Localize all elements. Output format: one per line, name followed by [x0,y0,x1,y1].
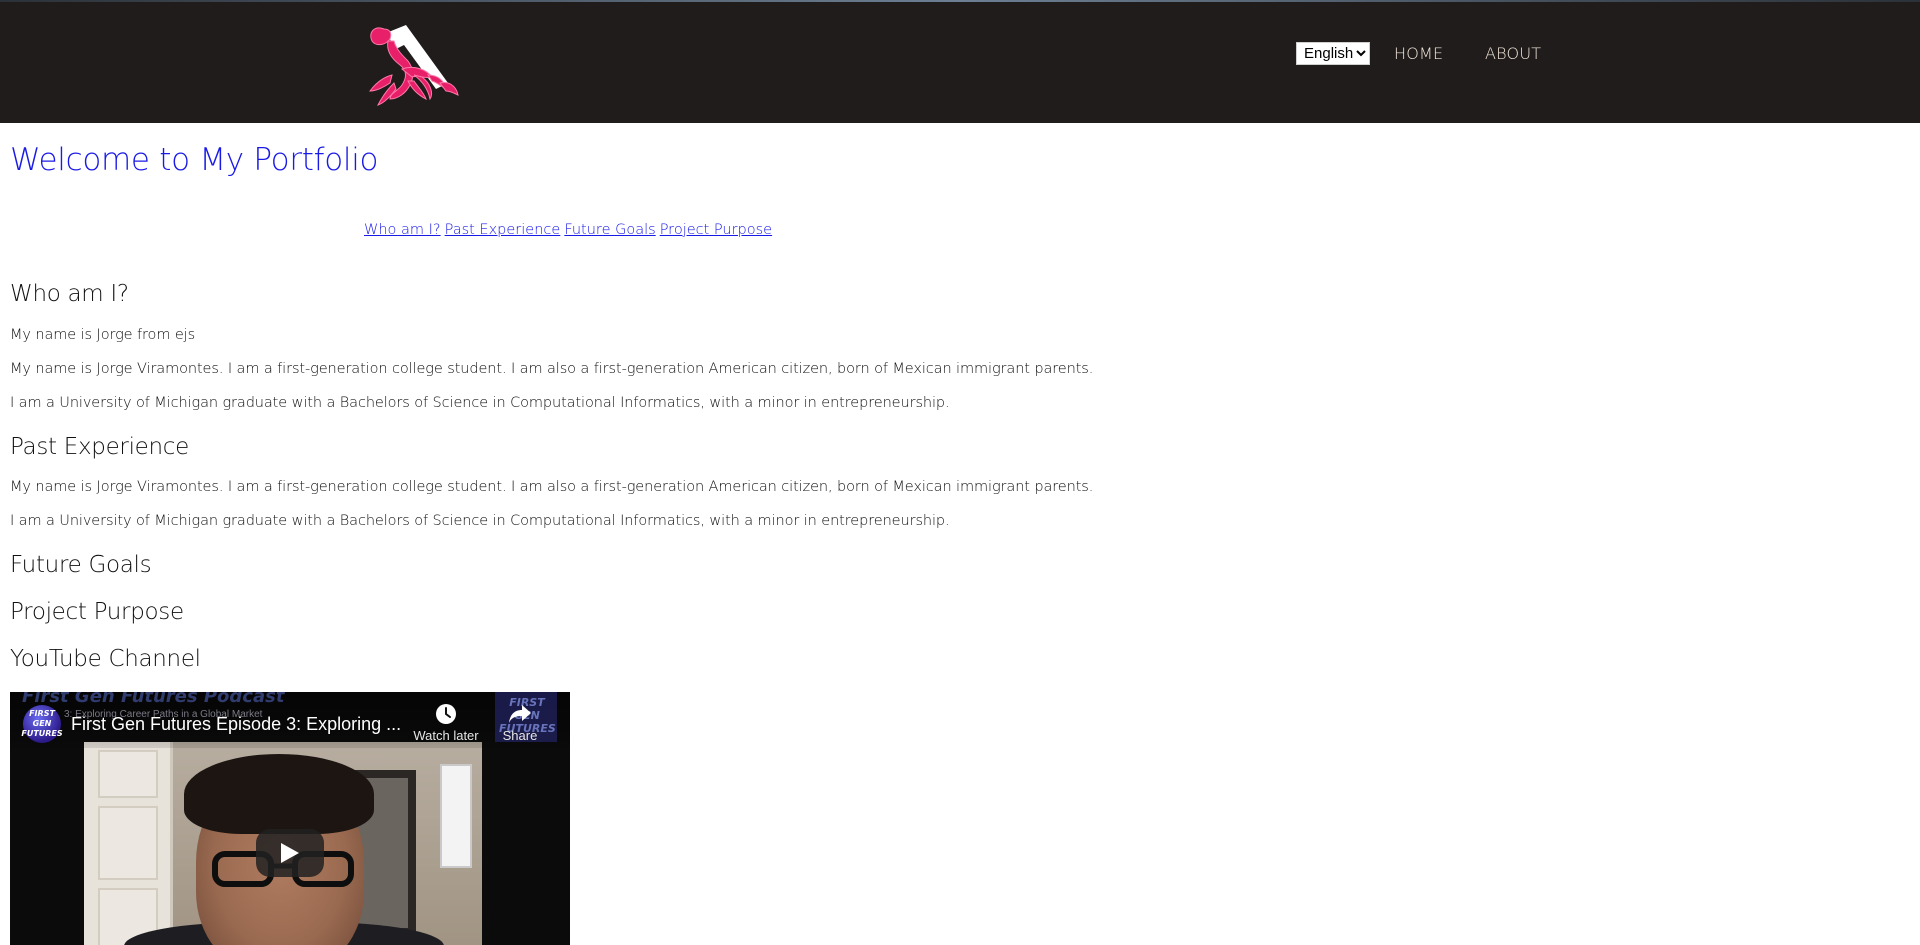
nav-home-link[interactable]: HOME [1394,44,1443,63]
play-icon [281,843,299,863]
who-paragraph-2: My name is Jorge Viramontes. I am a firs… [10,361,1094,377]
share-arrow-icon [509,705,531,723]
thumbnail-hair [184,754,374,834]
past-paragraph-1: My name is Jorge Viramontes. I am a firs… [10,479,1094,495]
clock-icon [436,704,456,724]
top-navbar: English HOME ABOUT [0,2,1920,123]
main-content: Welcome to My Portfolio Who am I? Past Ex… [0,123,1920,945]
heading-youtube-channel: YouTube Channel [10,646,201,672]
heading-past-experience: Past Experience [10,434,190,460]
video-title-link[interactable]: First Gen Futures Episode 3: Exploring .… [71,714,401,735]
video-background-title: First Gen Futures Podcast [22,692,285,707]
share-button[interactable]: Share [495,703,545,743]
who-paragraph-1: My name is Jorge from ejs [10,327,196,343]
who-paragraph-3: I am a University of Michigan graduate w… [10,395,950,411]
toc-link-past-experience[interactable]: Past Experience [445,222,561,238]
page-title: Welcome to My Portfolio [10,142,379,178]
heading-who-am-i: Who am I? [10,281,129,307]
play-button[interactable] [256,829,324,877]
past-paragraph-2: I am a University of Michigan graduate w… [10,513,950,529]
heading-project-purpose: Project Purpose [10,599,184,625]
thumbnail-door [84,742,173,945]
scorpion-logo-icon[interactable] [356,19,462,107]
toc-link-project-purpose[interactable]: Project Purpose [660,222,772,238]
watch-later-label: Watch later [413,728,479,743]
watch-later-button[interactable]: Watch later [409,703,483,743]
youtube-video-embed[interactable]: First Gen Futures Podcast 3: Exploring C… [10,692,570,945]
toc-link-who-am-i[interactable]: Who am I? [364,222,441,238]
nav-about-link[interactable]: ABOUT [1485,44,1541,63]
heading-future-goals: Future Goals [10,552,152,578]
section-links: Who am I? Past Experience Future Goals Proj… [364,222,776,238]
share-label: Share [502,728,538,743]
language-select[interactable]: English [1296,42,1370,65]
toc-link-future-goals[interactable]: Future Goals [564,222,655,238]
channel-avatar[interactable]: FIRST GEN FUTURES [21,705,63,743]
thumbnail-whiteboard [440,764,472,868]
